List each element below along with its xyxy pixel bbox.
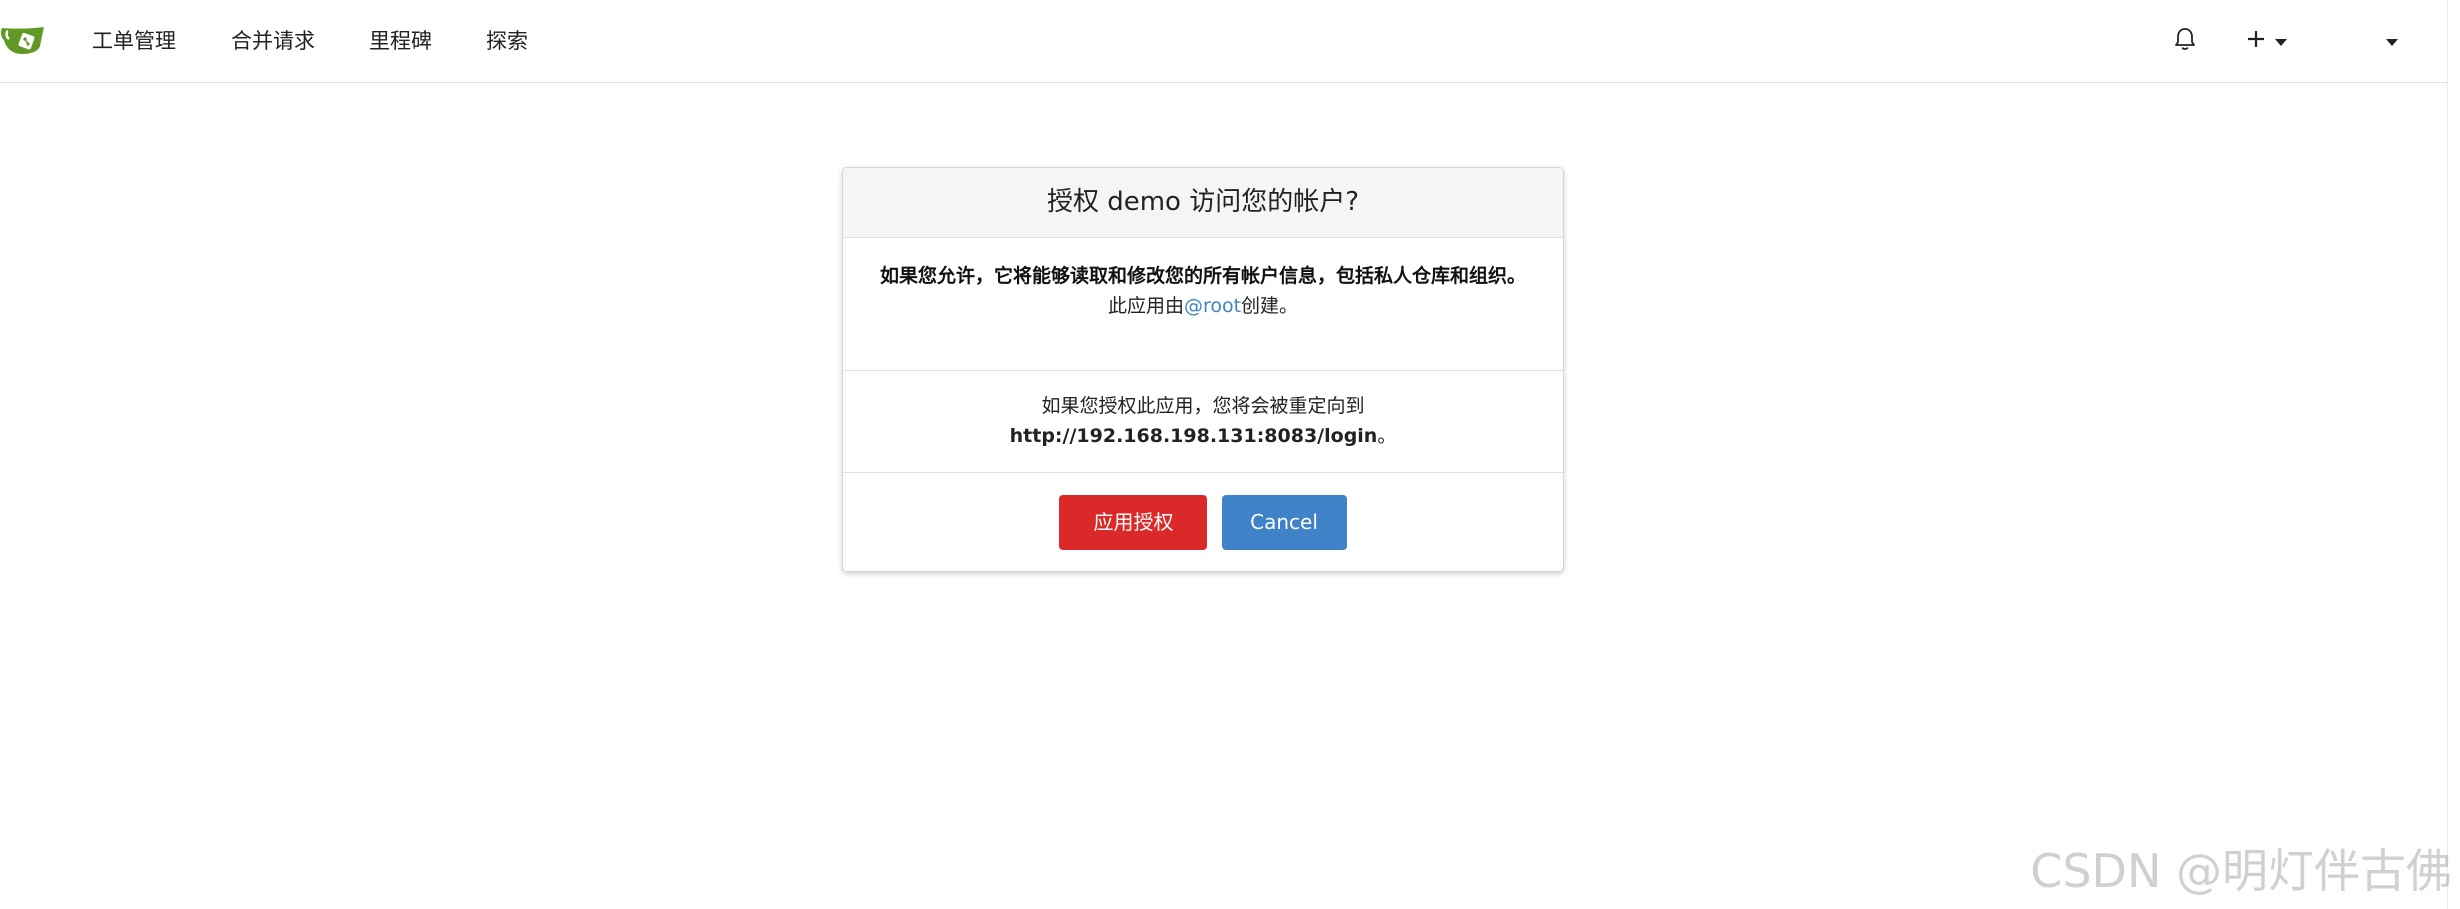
page: 工单管理 合并请求 里程碑 探索 授权 demo 访问您的帐户? 如果您允许，它… — [0, 0, 2460, 909]
plus-icon — [2245, 28, 2267, 54]
creator-prefix: 此应用由 — [1107, 295, 1184, 317]
grant-button[interactable]: 应用授权 — [1059, 495, 1208, 550]
nav-milestones[interactable]: 里程碑 — [369, 0, 432, 82]
permission-section: 如果您允许，它将能够读取和修改您的所有帐户信息，包括私人仓库和组织。 此应用由@… — [843, 238, 1563, 371]
user-menu-dropdown[interactable] — [2386, 0, 2398, 82]
permission-warning: 如果您允许，它将能够读取和修改您的所有帐户信息，包括私人仓库和组织。 — [879, 265, 1526, 287]
nav-pull-requests[interactable]: 合并请求 — [231, 0, 315, 82]
redirect-section: 如果您授权此应用，您将会被重定向到 http://192.168.198.131… — [843, 371, 1563, 473]
nav-explore[interactable]: 探索 — [486, 0, 528, 82]
watermark: CSDN @明灯伴古佛 — [2030, 844, 2452, 898]
redirect-target: http://192.168.198.131:8083/login。 — [863, 421, 1543, 451]
scrollbar-track[interactable] — [2447, 0, 2460, 909]
creator-link[interactable]: @root — [1184, 295, 1241, 317]
caret-down-icon — [2275, 32, 2287, 51]
nav-issues[interactable]: 工单管理 — [92, 0, 176, 82]
dialog-title: 授权 demo 访问您的帐户? — [843, 168, 1563, 238]
creator-suffix: 创建。 — [1241, 295, 1299, 317]
creator-line: 此应用由@root创建。 — [863, 291, 1543, 321]
caret-down-icon — [2386, 32, 2398, 51]
redirect-text: 如果您授权此应用，您将会被重定向到 — [1041, 395, 1365, 417]
redirect-url: http://192.168.198.131:8083/login — [1009, 425, 1378, 447]
redirect-suffix: 。 — [1377, 425, 1397, 447]
top-navbar: 工单管理 合并请求 里程碑 探索 — [0, 0, 2448, 83]
cancel-button[interactable]: Cancel — [1221, 495, 1347, 550]
notifications-button[interactable] — [2173, 0, 2197, 82]
gitea-logo-icon[interactable] — [0, 22, 48, 56]
authorize-dialog: 授权 demo 访问您的帐户? 如果您允许，它将能够读取和修改您的所有帐户信息，… — [842, 167, 1564, 572]
actions-section: 应用授权 Cancel — [843, 473, 1563, 571]
bell-icon — [2173, 26, 2197, 56]
create-new-dropdown[interactable] — [2245, 0, 2287, 82]
